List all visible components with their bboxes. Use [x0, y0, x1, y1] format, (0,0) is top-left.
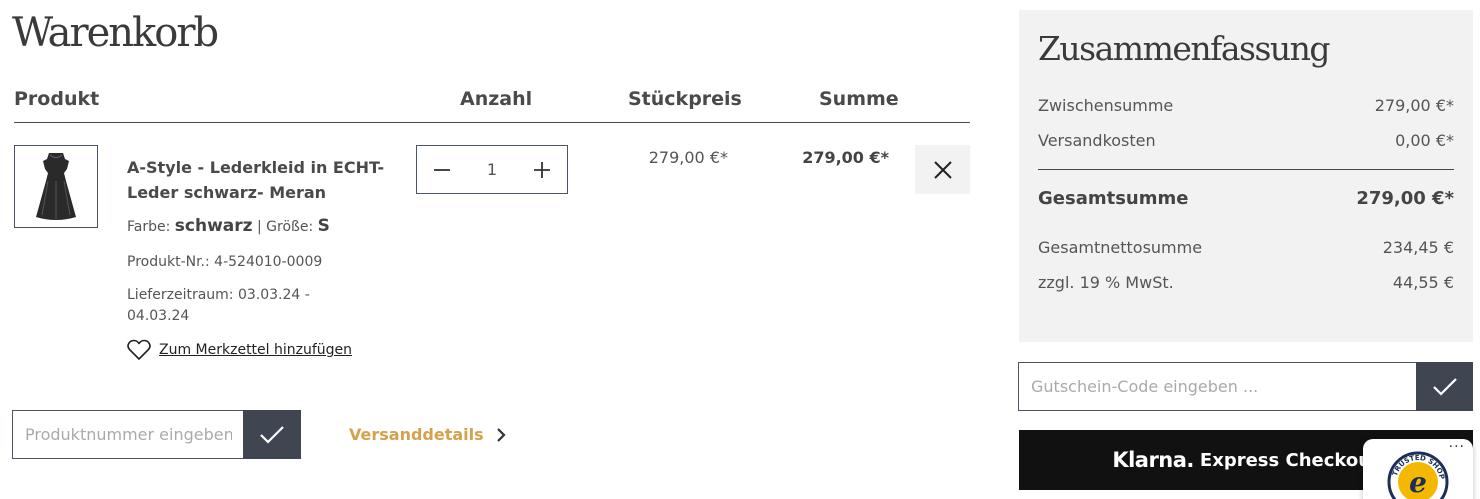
chevron-right-icon	[496, 427, 506, 442]
grand-total-label: Gesamtsumme	[1038, 188, 1189, 209]
vat-label: zzgl. 19 % MwSt.	[1038, 273, 1174, 292]
column-header-quantity: Anzahl	[460, 88, 533, 110]
page-title: Warenkorb	[12, 10, 219, 56]
klarna-button-label: Express Checkout	[1199, 449, 1380, 471]
summary-title: Zusammenfassung	[1038, 29, 1331, 68]
size-value: S	[317, 216, 330, 236]
increase-quantity-button[interactable]	[531, 159, 553, 181]
grand-total-row: Gesamtsumme 279,00 €*	[1038, 188, 1454, 209]
voucher-submit-button[interactable]	[1416, 362, 1473, 411]
minus-icon	[434, 168, 450, 171]
klarna-logo: Klarna.	[1112, 448, 1194, 472]
summary-divider	[1038, 169, 1454, 170]
checkmark-icon	[260, 425, 284, 444]
product-number-submit-button[interactable]	[243, 410, 301, 459]
vat-row: zzgl. 19 % MwSt. 44,55 €	[1038, 273, 1454, 292]
trusted-shops-badge[interactable]: ··· TRUSTED SHOPS e	[1363, 439, 1473, 499]
delivery-period: Lieferzeitraum: 03.03.24 - 04.03.24	[127, 287, 310, 324]
column-header-sum: Summe	[819, 88, 899, 110]
size-label: Größe:	[266, 219, 314, 235]
subtotal-label: Zwischensumme	[1038, 96, 1174, 115]
product-name-link[interactable]: A-Style - Lederkleid in ECHT-Leder schwa…	[127, 155, 397, 205]
quantity-stepper: 1	[416, 145, 568, 194]
shipping-details-link[interactable]: Versanddetails	[349, 425, 506, 444]
net-total-value: 234,45 €	[1382, 238, 1454, 257]
more-options-icon[interactable]: ···	[1449, 439, 1465, 455]
remove-item-button[interactable]	[915, 145, 970, 194]
net-total-label: Gesamtnettosumme	[1038, 238, 1203, 257]
shipping-cost-label: Versandkosten	[1038, 131, 1156, 150]
column-header-product: Produkt	[14, 88, 100, 110]
shipping-cost-row: Versandkosten 0,00 €*	[1038, 131, 1454, 150]
plus-icon	[534, 161, 550, 178]
color-label: Farbe:	[127, 219, 171, 235]
subtotal-value: 279,00 €*	[1374, 96, 1454, 115]
color-value: schwarz	[174, 216, 253, 236]
subtotal-row: Zwischensumme 279,00 €*	[1038, 96, 1454, 115]
close-icon	[933, 160, 952, 179]
product-number: Produkt-Nr.: 4-524010-0009	[127, 254, 323, 270]
product-number-input[interactable]	[12, 410, 244, 459]
voucher-code-input[interactable]	[1018, 362, 1417, 411]
wishlist-label: Zum Merkzettel hinzufügen	[159, 342, 353, 358]
quantity-value[interactable]: 1	[487, 160, 497, 179]
decrease-quantity-button[interactable]	[431, 159, 453, 181]
add-to-wishlist-link[interactable]: Zum Merkzettel hinzufügen	[127, 339, 352, 361]
net-total-row: Gesamtnettosumme 234,45 €	[1038, 238, 1454, 257]
product-image[interactable]	[14, 145, 98, 228]
dress-icon	[36, 152, 76, 220]
header-divider	[14, 122, 970, 123]
checkmark-icon	[1432, 377, 1457, 396]
shipping-cost-value: 0,00 €*	[1395, 131, 1454, 150]
unit-price: 279,00 €*	[648, 148, 728, 167]
trusted-shops-seal-icon: TRUSTED SHOPS e	[1387, 451, 1449, 499]
heart-icon	[127, 339, 151, 360]
line-total: 279,00 €*	[802, 148, 889, 167]
product-variant: Farbe: schwarz | Größe: S	[127, 216, 330, 236]
grand-total-value: 279,00 €*	[1356, 188, 1454, 209]
column-header-unit-price: Stückpreis	[628, 88, 742, 110]
shipping-details-label: Versanddetails	[349, 425, 484, 444]
vat-value: 44,55 €	[1392, 273, 1454, 292]
seal-letter: e	[1409, 466, 1427, 499]
variant-separator: |	[257, 219, 262, 235]
